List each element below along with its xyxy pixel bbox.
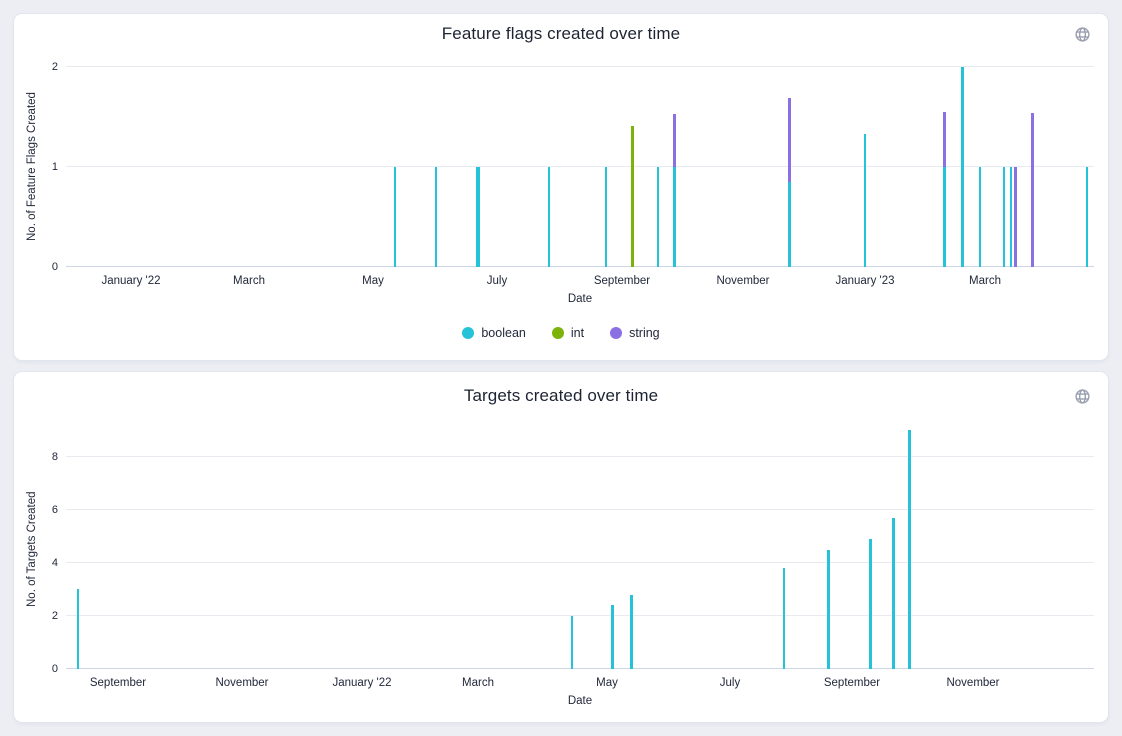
y-tick-label: 0 xyxy=(20,260,58,274)
bar-string[interactable] xyxy=(1014,167,1017,267)
y-tick-label: 4 xyxy=(20,556,58,570)
bar-boolean[interactable] xyxy=(864,134,866,267)
gridline xyxy=(66,509,1094,510)
x-tick-label: July xyxy=(432,275,562,287)
legend-label: int xyxy=(571,326,584,340)
bar-boolean[interactable] xyxy=(869,539,872,669)
bar-boolean[interactable] xyxy=(1086,167,1088,267)
x-tick-label: March xyxy=(184,275,314,287)
y-tick-label: 8 xyxy=(20,450,58,464)
bar-boolean[interactable] xyxy=(657,167,659,267)
card-targets-chart: Targets created over time No. of Targets… xyxy=(14,372,1108,722)
card-feature-flags-chart: Feature flags created over time No. of F… xyxy=(14,14,1108,360)
bar-boolean[interactable] xyxy=(611,605,614,669)
x-tick-label: January '22 xyxy=(297,677,427,689)
x-tick-label: November xyxy=(678,275,808,287)
gridline xyxy=(66,456,1094,457)
gridline xyxy=(66,668,1094,669)
bar-string[interactable] xyxy=(943,112,946,167)
legend-dot-string xyxy=(610,327,622,339)
legend-label: string xyxy=(629,326,660,340)
chart-title: Targets created over time xyxy=(14,372,1108,406)
bar-boolean[interactable] xyxy=(827,550,830,669)
legend-label: boolean xyxy=(481,326,526,340)
bar-boolean[interactable] xyxy=(908,430,911,669)
bar-boolean[interactable] xyxy=(77,589,79,669)
globe-icon xyxy=(1074,388,1091,405)
bar-boolean[interactable] xyxy=(1003,167,1005,267)
legend-item-boolean[interactable]: boolean xyxy=(462,326,526,340)
chart-title: Feature flags created over time xyxy=(14,14,1108,44)
bar-int[interactable] xyxy=(631,126,634,267)
gridline xyxy=(66,66,1094,67)
x-tick-label: July xyxy=(665,677,795,689)
x-tick-label: January '23 xyxy=(800,275,930,287)
legend-item-string[interactable]: string xyxy=(610,326,660,340)
bar-boolean[interactable] xyxy=(548,167,550,267)
x-tick-label: March xyxy=(413,677,543,689)
x-tick-label: November xyxy=(177,677,307,689)
x-tick-label: May xyxy=(308,275,438,287)
y-tick-label: 0 xyxy=(20,662,58,676)
gridline xyxy=(66,562,1094,563)
globe-icon[interactable] xyxy=(1072,386,1092,406)
plot-area: No. of Feature Flags Created Date 012Jan… xyxy=(66,67,1094,267)
y-axis-title: No. of Targets Created xyxy=(26,430,38,669)
bar-string[interactable] xyxy=(673,114,676,167)
legend: boolean int string xyxy=(14,326,1108,340)
gridline xyxy=(66,266,1094,267)
bar-boolean[interactable] xyxy=(892,518,895,669)
x-tick-label: September xyxy=(53,677,183,689)
x-tick-label: January '22 xyxy=(66,275,196,287)
x-tick-label: November xyxy=(908,677,1038,689)
bar-boolean[interactable] xyxy=(1010,167,1012,267)
x-tick-label: May xyxy=(542,677,672,689)
legend-dot-int xyxy=(552,327,564,339)
y-tick-label: 6 xyxy=(20,503,58,517)
bar-boolean[interactable] xyxy=(605,167,607,267)
bar-boolean[interactable] xyxy=(979,167,981,267)
bar-boolean[interactable] xyxy=(394,167,396,267)
x-tick-label: September xyxy=(787,677,917,689)
y-tick-label: 2 xyxy=(20,60,58,74)
y-tick-label: 1 xyxy=(20,160,58,174)
bar-boolean[interactable] xyxy=(783,568,785,669)
gridline xyxy=(66,615,1094,616)
legend-dot-boolean xyxy=(462,327,474,339)
globe-icon xyxy=(1074,26,1091,43)
bar-boolean[interactable] xyxy=(571,616,573,669)
bar-string[interactable] xyxy=(1031,113,1034,267)
y-tick-label: 2 xyxy=(20,609,58,623)
bar-boolean[interactable] xyxy=(673,167,676,267)
x-tick-label: September xyxy=(557,275,687,287)
gridline xyxy=(66,166,1094,167)
x-axis-title: Date xyxy=(66,293,1094,305)
bar-boolean[interactable] xyxy=(476,167,480,267)
bar-boolean[interactable] xyxy=(961,67,964,267)
bar-boolean[interactable] xyxy=(788,182,791,267)
legend-item-int[interactable]: int xyxy=(552,326,584,340)
bar-boolean[interactable] xyxy=(435,167,437,267)
globe-icon[interactable] xyxy=(1072,24,1092,44)
x-tick-label: March xyxy=(920,275,1050,287)
bar-boolean[interactable] xyxy=(943,167,946,267)
x-axis-title: Date xyxy=(66,695,1094,707)
plot-area: No. of Targets Created Date 02468Septemb… xyxy=(66,430,1094,669)
bar-string[interactable] xyxy=(788,98,791,182)
bar-boolean[interactable] xyxy=(630,595,633,669)
